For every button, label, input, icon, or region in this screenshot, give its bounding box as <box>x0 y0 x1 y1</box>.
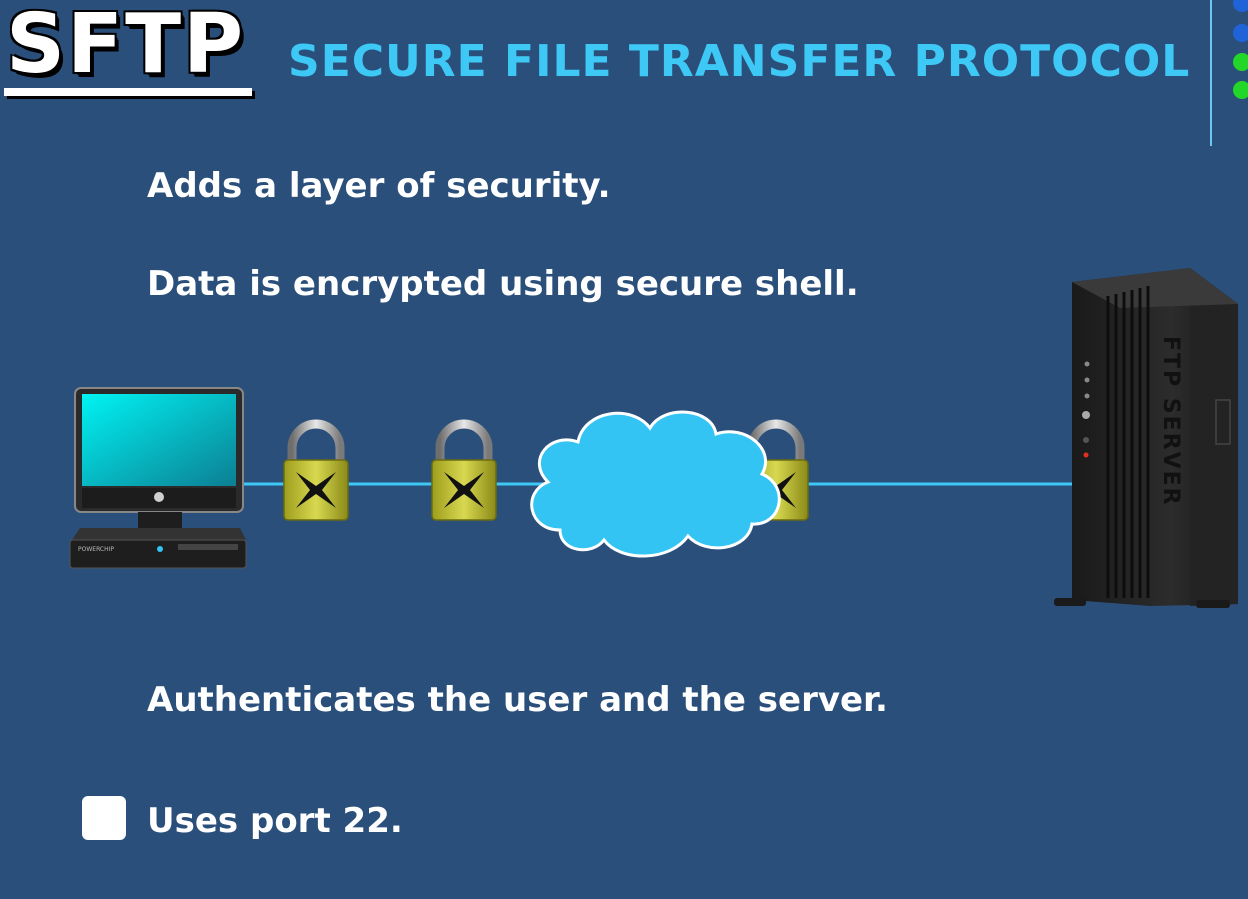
indicator-dot-4 <box>1233 81 1248 99</box>
padlock-icon-1 <box>283 419 349 521</box>
computer-brand: POWERCHIP <box>78 546 114 553</box>
indicator-dot-2 <box>1233 24 1248 42</box>
sftp-logo: SFTP <box>6 0 246 92</box>
logo-underline <box>4 88 252 96</box>
bullet-port: Uses port 22. <box>147 801 403 841</box>
padlock-icon-2 <box>431 419 497 521</box>
sftp-diagram: POWERCHIP FTP SERVER <box>69 268 1238 608</box>
indicator-dot-1 <box>1233 0 1248 12</box>
computer-icon: POWERCHIP <box>69 387 247 569</box>
bullet-security: Adds a layer of security. <box>147 166 611 206</box>
page-title: SECURE FILE TRANSFER PROTOCOL <box>288 36 1191 87</box>
internet-cloud-icon <box>530 410 781 558</box>
ftp-server-icon: FTP SERVER <box>1054 268 1238 608</box>
server-label: FTP SERVER <box>1158 336 1183 507</box>
indicator-dot-3 <box>1233 53 1248 71</box>
checkbox-marker <box>82 796 126 840</box>
side-divider <box>1210 0 1212 146</box>
bullet-authentication: Authenticates the user and the server. <box>147 680 888 720</box>
